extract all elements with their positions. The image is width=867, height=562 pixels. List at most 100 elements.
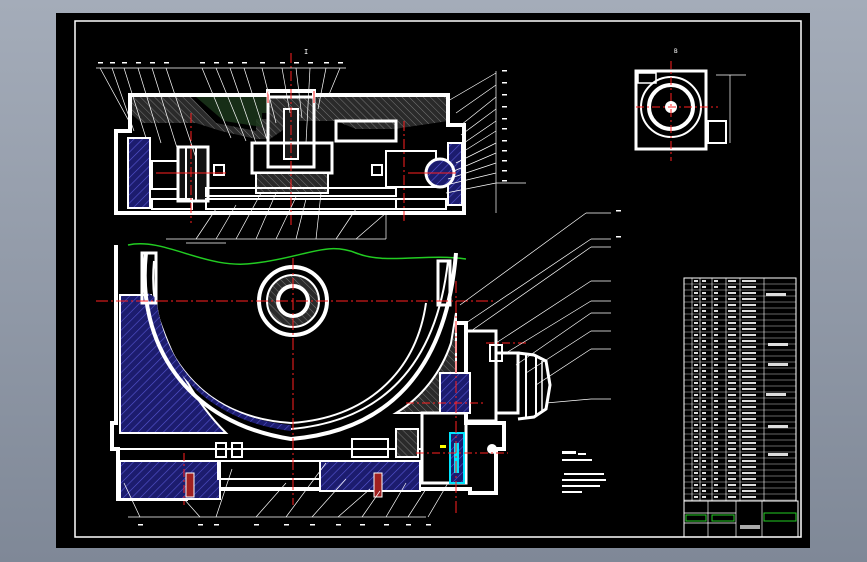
parts-table-cell-mark (728, 496, 736, 498)
parts-table-cell-mark (742, 496, 756, 498)
parts-table-cell-mark (702, 358, 706, 360)
bottom-balloon-mark (406, 524, 411, 526)
parts-table-cell-mark (742, 376, 756, 378)
parts-table-cell-mark (694, 496, 698, 498)
parts-table-cell-mark (742, 418, 756, 420)
parts-table-cell-mark (702, 316, 706, 318)
parts-table-cell-mark (742, 280, 756, 282)
parts-table-cell-mark (742, 466, 756, 468)
bottom-balloon-mark (214, 524, 219, 526)
parts-table-cell-mark (742, 310, 756, 312)
parts-table-cell-mark (702, 340, 706, 342)
parts-table-cell-mark (694, 316, 698, 318)
parts-table-cell-mark (694, 334, 698, 336)
parts-table-cell-mark (714, 400, 718, 402)
parts-table-cell-mark (702, 376, 706, 378)
parts-table-cell-mark (714, 430, 718, 432)
parts-table-cell-mark (714, 496, 718, 498)
right-balloon-mark (502, 106, 507, 108)
parts-table-cell-mark (702, 472, 706, 474)
parts-table-cell-mark (702, 328, 706, 330)
parts-table-cell-mark (742, 442, 756, 444)
parts-table-cell-mark (702, 364, 706, 366)
parts-table-cell-mark (694, 394, 698, 396)
parts-table-cell-mark (714, 388, 718, 390)
parts-table-cell-mark (728, 448, 736, 450)
top-balloon-mark (338, 62, 343, 64)
parts-table-cell-mark (702, 478, 706, 480)
parts-table-cell-mark (714, 442, 718, 444)
top-balloon-mark (200, 62, 205, 64)
front-section-view (96, 212, 611, 518)
top-balloon-mark (324, 62, 329, 64)
parts-table-cell-mark (714, 436, 718, 438)
parts-table-name-mark (766, 293, 786, 296)
parts-table-cell-mark (728, 280, 736, 282)
parts-table-cell-mark (714, 322, 718, 324)
parts-table-cell-mark (694, 484, 698, 486)
parts-table-cell-mark (694, 460, 698, 462)
parts-table-cell-mark (694, 280, 698, 282)
parts-table-cell-mark (694, 430, 698, 432)
parts-table-cell-mark (714, 466, 718, 468)
parts-table-cell-mark (742, 490, 756, 492)
parts-table-cell-mark (702, 442, 706, 444)
parts-table-cell-mark (728, 466, 736, 468)
parts-table-cell-mark (702, 430, 706, 432)
top-balloon-mark (242, 62, 247, 64)
parts-table-cell-mark (742, 436, 756, 438)
parts-table-cell-mark (714, 364, 718, 366)
parts-table-cell-mark (742, 394, 756, 396)
parts-table-cell-mark (702, 286, 706, 288)
right-balloon-mark (616, 236, 621, 238)
top-balloon-mark (136, 62, 141, 64)
bottom-balloon-mark (254, 524, 259, 526)
parts-table-cell-mark (742, 430, 756, 432)
drawing-sheet[interactable]: I B (56, 13, 810, 548)
parts-table-cell-mark (742, 406, 756, 408)
parts-table-cell-mark (694, 388, 698, 390)
parts-table-cell-mark (694, 292, 698, 294)
parts-table-cell-mark (694, 466, 698, 468)
parts-table-cell-mark (728, 370, 736, 372)
parts-table-cell-mark (694, 310, 698, 312)
parts-table-cell-mark (694, 478, 698, 480)
parts-table-cell-mark (714, 346, 718, 348)
parts-table-cell-mark (742, 316, 756, 318)
parts-list-table (683, 277, 797, 502)
parts-table-cell-mark (728, 454, 736, 456)
parts-table-cell-mark (694, 418, 698, 420)
parts-table-cell-mark (714, 448, 718, 450)
parts-table-cell-mark (742, 322, 756, 324)
parts-table-cell-mark (742, 346, 756, 348)
parts-table-cell-mark (728, 364, 736, 366)
parts-table-cell-mark (742, 448, 756, 450)
top-balloon-mark (294, 62, 299, 64)
parts-table-cell-mark (714, 328, 718, 330)
aux-view-label: B (674, 48, 678, 55)
parts-table-cell-mark (742, 460, 756, 462)
top-balloon-mark (98, 62, 103, 64)
parts-table-cell-mark (728, 400, 736, 402)
top-section-view: I (96, 48, 526, 244)
parts-table-cell-mark (702, 490, 706, 492)
right-balloon-mark (502, 160, 507, 162)
parts-table-cell-mark (702, 292, 706, 294)
balloon-labels (98, 62, 621, 526)
parts-table-cell-mark (742, 370, 756, 372)
top-balloon-mark (214, 62, 219, 64)
title-block (683, 500, 799, 538)
parts-table-cell-mark (702, 370, 706, 372)
bottom-balloon-mark (198, 524, 203, 526)
parts-table-cell-mark (702, 346, 706, 348)
right-balloon-mark (502, 82, 507, 84)
parts-table-cell-mark (694, 370, 698, 372)
parts-table-cell-mark (702, 382, 706, 384)
parts-table-cell-mark (714, 298, 718, 300)
parts-table-cell-mark (728, 328, 736, 330)
parts-table-cell-mark (728, 340, 736, 342)
parts-table-cell-mark (702, 310, 706, 312)
parts-table-cell-mark (728, 436, 736, 438)
parts-table-cell-mark (694, 298, 698, 300)
cad-viewport[interactable]: I B (0, 0, 867, 562)
